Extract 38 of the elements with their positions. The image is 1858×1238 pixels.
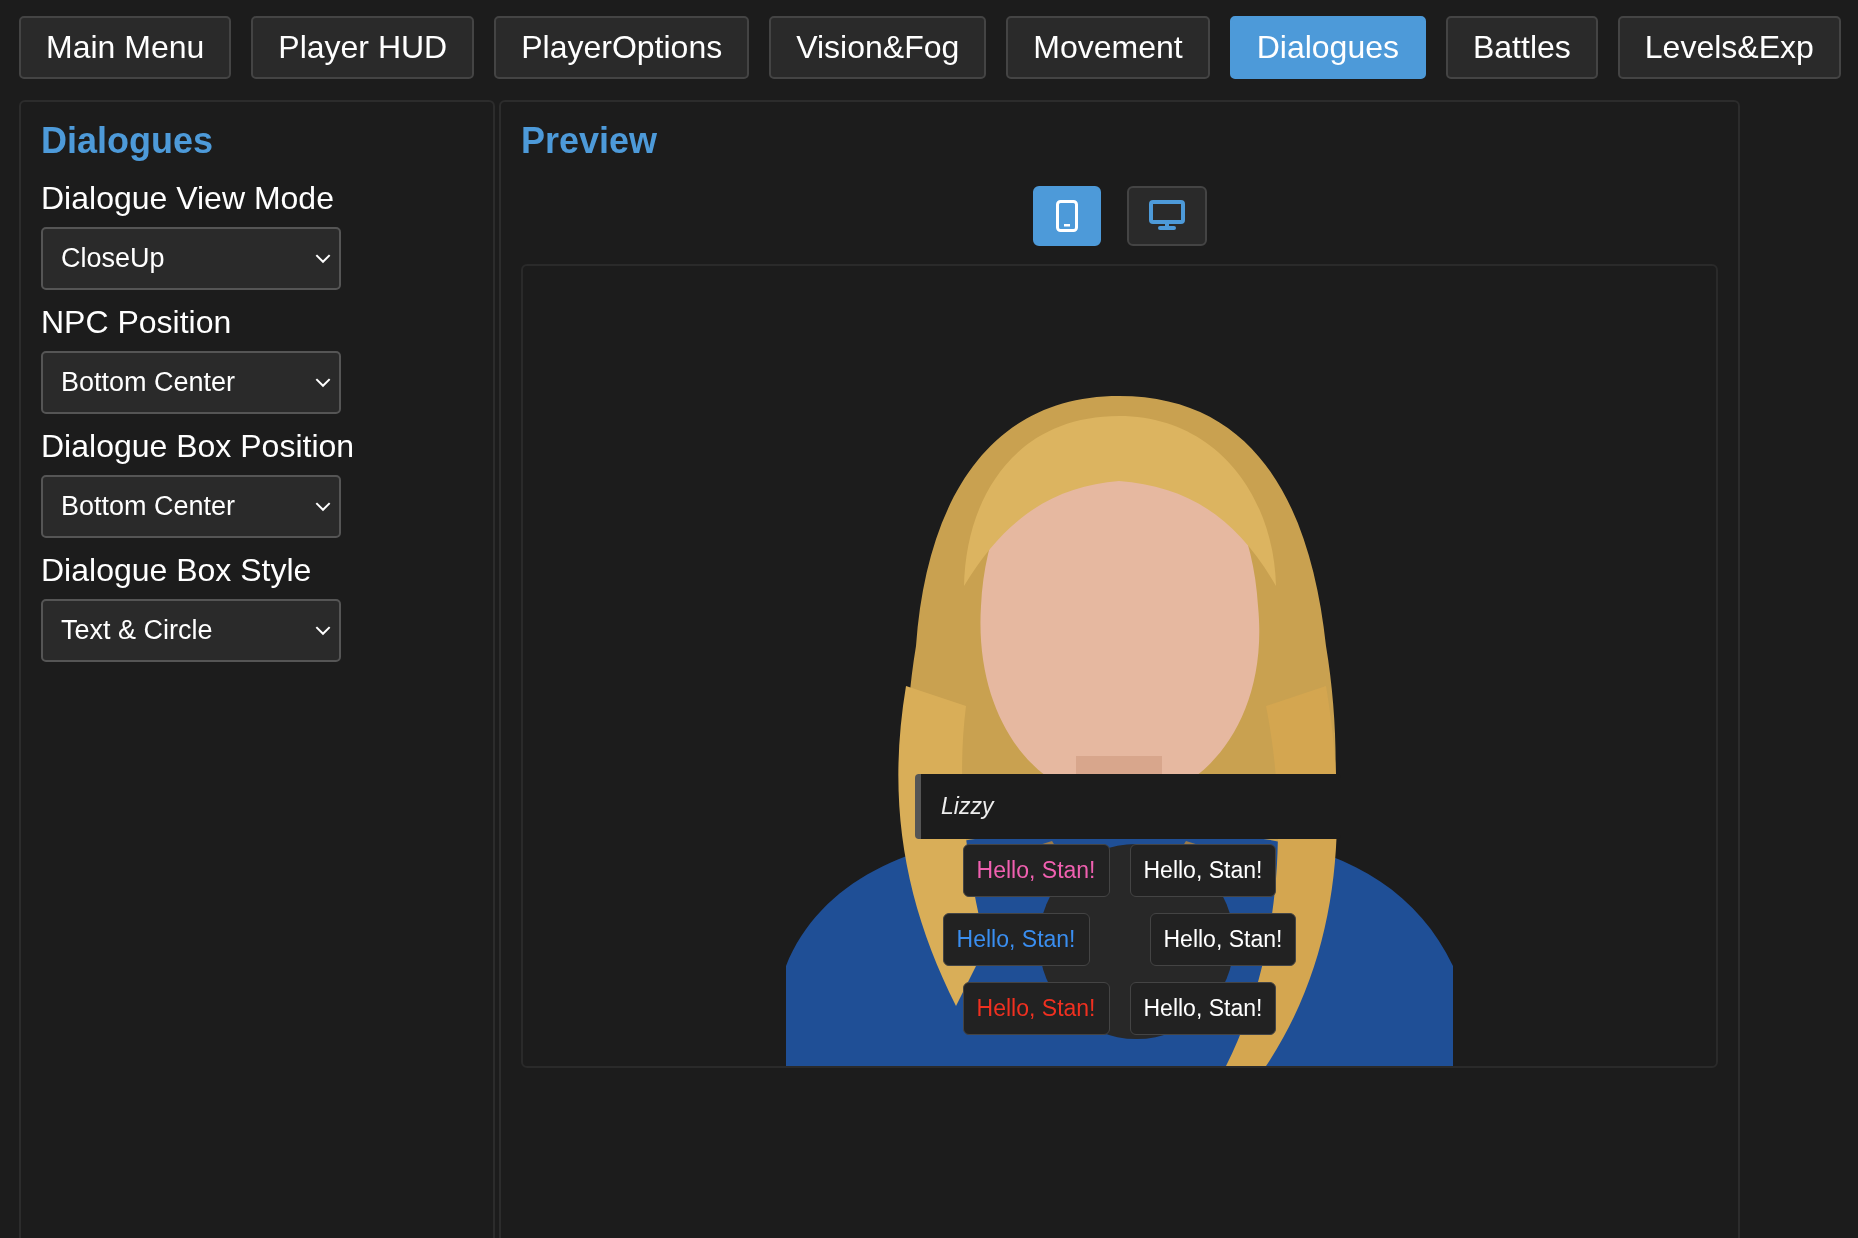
option-text: Hello, Stan! (1143, 857, 1263, 883)
option-text: Hello, Stan! (1143, 995, 1263, 1021)
dialogue-option[interactable]: Hello, Stan! (1129, 982, 1277, 1035)
field-label: Dialogue Box Style (41, 552, 313, 589)
tab[interactable]: Main Menu (19, 16, 232, 79)
panel-title: Dialogues (41, 119, 215, 163)
chevron-icon (315, 253, 331, 264)
phone-icon (1055, 200, 1078, 232)
dialogue-option[interactable]: Hello, Stan! (942, 913, 1090, 966)
tab[interactable]: PlayerOptions (494, 16, 750, 79)
tab[interactable]: Player HUD (251, 16, 475, 79)
dialogue-option[interactable]: Hello, Stan! (962, 982, 1110, 1035)
option-text: Hello, Stan! (1163, 926, 1283, 952)
monitor-icon (1148, 200, 1185, 232)
field-label: Dialogue View Mode (41, 180, 335, 217)
select-field[interactable]: CloseUp (41, 227, 341, 290)
select-field[interactable]: Bottom Center (41, 475, 341, 538)
panel-title: Preview (521, 119, 659, 163)
chevron-icon (315, 501, 331, 512)
field-label: NPC Position (41, 304, 233, 341)
dialogue-option[interactable]: Hello, Stan! (1149, 913, 1297, 966)
tab[interactable]: Battles (1445, 16, 1598, 79)
tab[interactable]: Levels&Exp (1617, 16, 1841, 79)
option-text: Hello, Stan! (976, 995, 1096, 1021)
dialogue-option[interactable]: Hello, Stan! (962, 844, 1110, 897)
dialogue-option[interactable]: Hello, Stan! (1129, 844, 1277, 897)
tab[interactable]: Vision&Fog (769, 16, 987, 79)
chevron-icon (315, 625, 331, 636)
phone-view-button[interactable] (1032, 186, 1101, 246)
select-field[interactable]: Bottom Center (41, 351, 341, 414)
option-text: Hello, Stan! (976, 857, 1096, 883)
option-text: Hello, Stan! (956, 926, 1076, 952)
chevron-icon (315, 377, 331, 388)
tab[interactable]: Movement (1006, 16, 1210, 79)
field-label: Dialogue Box Position (41, 428, 356, 465)
speaker-name: Lizzy (941, 793, 994, 820)
desktop-view-button[interactable] (1126, 186, 1207, 246)
select-field[interactable]: Text & Circle (41, 599, 341, 662)
